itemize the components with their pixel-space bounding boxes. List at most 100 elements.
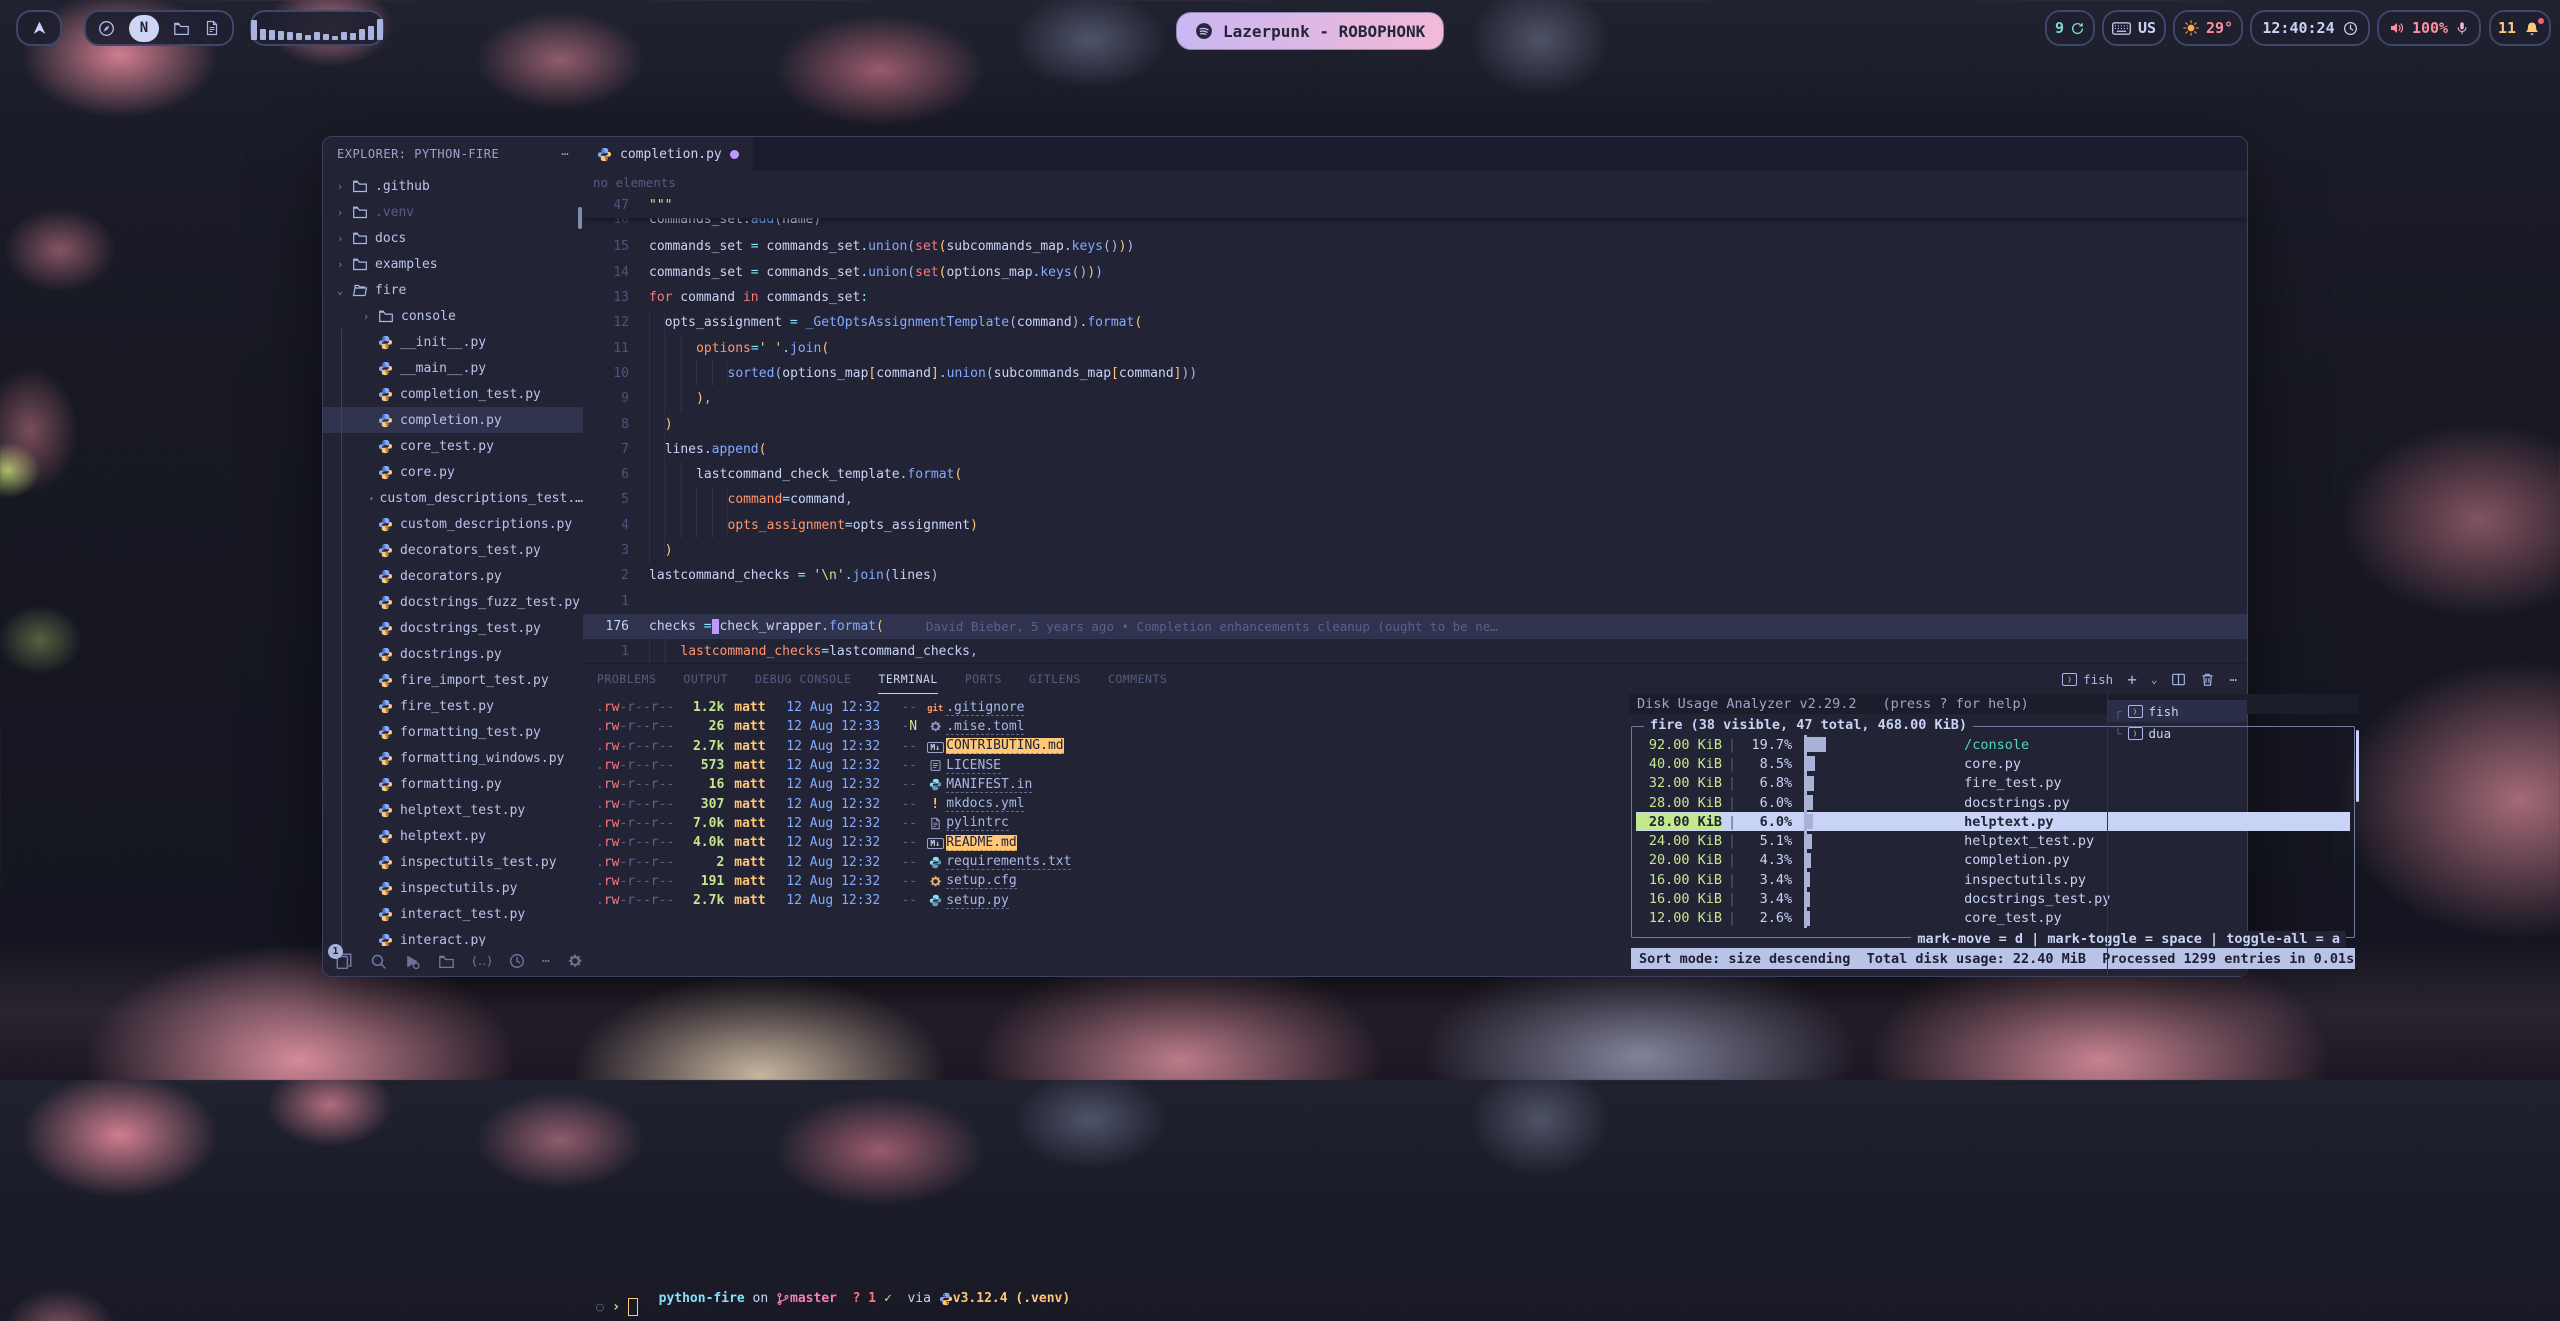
line-number: 3 xyxy=(583,543,649,558)
code-token: ( xyxy=(1009,315,1017,330)
tree-item-helptext_test.py[interactable]: helptext_test.py xyxy=(323,797,583,823)
workspace-browser-icon[interactable] xyxy=(98,20,115,37)
panel-tab-ports[interactable]: PORTS xyxy=(965,664,1002,694)
file-name[interactable]: LICENSE xyxy=(946,758,1001,774)
tab-completion-py[interactable]: completion.py xyxy=(583,137,753,171)
file-name[interactable]: README.md xyxy=(946,835,1016,851)
updates-widget[interactable]: 9 xyxy=(2045,10,2095,46)
dua-bar xyxy=(1804,812,1954,831)
tree-item-docstrings.py[interactable]: docstrings.py xyxy=(323,641,583,667)
tree-item-docstrings_fuzz_test.py[interactable]: docstrings_fuzz_test.py xyxy=(323,589,583,615)
shell-selector[interactable]: ❭ fish xyxy=(2062,672,2113,687)
file-name[interactable]: requirements.txt xyxy=(946,854,1071,870)
tree-item-decorators.py[interactable]: decorators.py xyxy=(323,563,583,589)
dua-scrollbar[interactable] xyxy=(2356,730,2359,802)
panel-tab-gitlens[interactable]: GITLENS xyxy=(1029,664,1081,694)
explorer-scrollbar[interactable] xyxy=(578,207,582,229)
tree-item-formatting_test.py[interactable]: formatting_test.py xyxy=(323,719,583,745)
tree-item-console[interactable]: ›console xyxy=(323,303,583,329)
tree-item-completion.py[interactable]: completion.py xyxy=(323,407,583,433)
tree-item-.github[interactable]: ›.github xyxy=(323,173,583,199)
tree-item-fire_import_test.py[interactable]: fire_import_test.py xyxy=(323,667,583,693)
prompt-input-line[interactable]: ○ › xyxy=(596,1298,638,1316)
tree-item-docstrings_test.py[interactable]: docstrings_test.py xyxy=(323,615,583,641)
terminal-list-item-dua[interactable]: └❭dua xyxy=(2108,722,2247,744)
extensions-icon[interactable]: (‥) xyxy=(472,951,492,971)
tree-item-interact_test.py[interactable]: interact_test.py xyxy=(323,901,583,927)
tree-item-completion_test.py[interactable]: completion_test.py xyxy=(323,381,583,407)
file-name[interactable]: .gitignore xyxy=(946,700,1024,716)
panel-tab-problems[interactable]: PROBLEMS xyxy=(597,664,656,694)
panel-tab-debug-console[interactable]: DEBUG CONSOLE xyxy=(755,664,852,694)
code-token: opts_assignment xyxy=(853,518,970,533)
keyboard-layout-widget[interactable]: US xyxy=(2102,10,2166,46)
tree-item-__init__.py[interactable]: __init__.py xyxy=(323,329,583,355)
launcher-button[interactable] xyxy=(16,10,62,46)
split-terminal-icon[interactable] xyxy=(2171,672,2186,687)
code-line: 7lines.append( xyxy=(583,437,2247,462)
tree-item-decorators_test.py[interactable]: decorators_test.py xyxy=(323,537,583,563)
clock-widget[interactable]: 12:40:24 xyxy=(2250,10,2370,46)
search-icon[interactable] xyxy=(370,951,387,971)
source-control-icon[interactable] xyxy=(438,951,455,971)
tree-item-helptext.py[interactable]: helptext.py xyxy=(323,823,583,849)
tree-item-formatting.py[interactable]: formatting.py xyxy=(323,771,583,797)
tree-item-interact.py[interactable]: interact.py xyxy=(323,927,583,946)
explorer-view-icon[interactable]: 1 xyxy=(335,951,353,971)
tree-item-core.py[interactable]: core.py xyxy=(323,459,583,485)
terminal-dua[interactable]: Disk Usage Analyzer v2.29.2 (press ? for… xyxy=(1629,694,2359,976)
code-line: 3) xyxy=(583,538,2247,563)
tree-item-inspectutils.py[interactable]: inspectutils.py xyxy=(323,875,583,901)
volume-widget[interactable]: 100% xyxy=(2377,10,2481,46)
workspace-active[interactable]: N xyxy=(129,15,159,42)
terminal-cursor xyxy=(628,1298,638,1316)
file-name[interactable]: mkdocs.yml xyxy=(946,796,1024,812)
file-name[interactable]: MANIFEST.in xyxy=(946,777,1032,793)
tree-item-label: .github xyxy=(375,179,430,194)
file-name[interactable]: pylintrc xyxy=(946,815,1009,831)
python-file-icon xyxy=(597,147,612,162)
tree-item-__main__.py[interactable]: __main__.py xyxy=(323,355,583,381)
file-name[interactable]: setup.cfg xyxy=(946,873,1016,889)
tree-item-fire_test.py[interactable]: fire_test.py xyxy=(323,693,583,719)
panel-more-icon[interactable]: ⋯ xyxy=(2229,672,2237,687)
tree-item-.venv[interactable]: ›.venv xyxy=(323,199,583,225)
more-views-icon[interactable]: ⋯ xyxy=(542,951,550,971)
panel-tab-comments[interactable]: COMMENTS xyxy=(1108,664,1167,694)
tree-item-examples[interactable]: ›examples xyxy=(323,251,583,277)
tree-item-core_test.py[interactable]: core_test.py xyxy=(323,433,583,459)
timeline-icon[interactable] xyxy=(509,951,525,971)
tree-item-docs[interactable]: ›docs xyxy=(323,225,583,251)
weather-widget[interactable]: 29° xyxy=(2173,10,2243,46)
new-terminal-icon[interactable]: + xyxy=(2127,670,2137,689)
file-type-icon: M↓ xyxy=(924,739,946,754)
code-token: )) xyxy=(1182,366,1198,381)
code-editor[interactable]: 47"""16commands_set.add(name)15commands_… xyxy=(583,193,2247,663)
terminal-fish[interactable]: .rw-r--r--1.2kmatt12 Aug 12:32--git.giti… xyxy=(596,698,1366,972)
dua-size: 32.00 KiB xyxy=(1636,775,1722,791)
workspace-files-icon[interactable] xyxy=(173,20,190,37)
tree-item-inspectutils_test.py[interactable]: inspectutils_test.py xyxy=(323,849,583,875)
media-player-widget[interactable]: Lazerpunk - ROBOPHONK xyxy=(1176,12,1444,50)
terminal-tab-list: ┌❭fish└❭dua xyxy=(2107,694,2247,976)
notifications-widget[interactable]: 11 xyxy=(2489,10,2551,46)
workspace-notes-icon[interactable] xyxy=(204,20,220,36)
settings-gear-icon[interactable] xyxy=(567,951,583,971)
tree-item-fire[interactable]: ⌄fire xyxy=(323,277,583,303)
panel-tab-terminal[interactable]: TERMINAL xyxy=(878,664,937,694)
terminal-list-item-fish[interactable]: ┌❭fish xyxy=(2108,700,2247,722)
kill-terminal-icon[interactable] xyxy=(2200,672,2215,687)
tree-item-custom_descriptions_test.[interactable]: custom_descriptions_test.… xyxy=(323,485,583,511)
tree-item-custom_descriptions.py[interactable]: custom_descriptions.py xyxy=(323,511,583,537)
panel-tab-output[interactable]: OUTPUT xyxy=(683,664,728,694)
tree-item-formatting_windows.py[interactable]: formatting_windows.py xyxy=(323,745,583,771)
terminal-dropdown-icon[interactable]: ⌄ xyxy=(2151,673,2158,686)
file-listing: .rw-r--r--1.2kmatt12 Aug 12:32--git.giti… xyxy=(596,698,1366,910)
file-name[interactable]: .mise.toml xyxy=(946,719,1024,735)
breadcrumb[interactable]: no elements xyxy=(583,171,676,193)
file-name[interactable]: setup.py xyxy=(946,893,1009,909)
run-debug-icon[interactable] xyxy=(404,951,421,971)
explorer-menu-icon[interactable]: ⋯ xyxy=(561,147,569,161)
file-owner: matt xyxy=(734,835,778,850)
file-name[interactable]: CONTRIBUTING.md xyxy=(946,738,1063,754)
